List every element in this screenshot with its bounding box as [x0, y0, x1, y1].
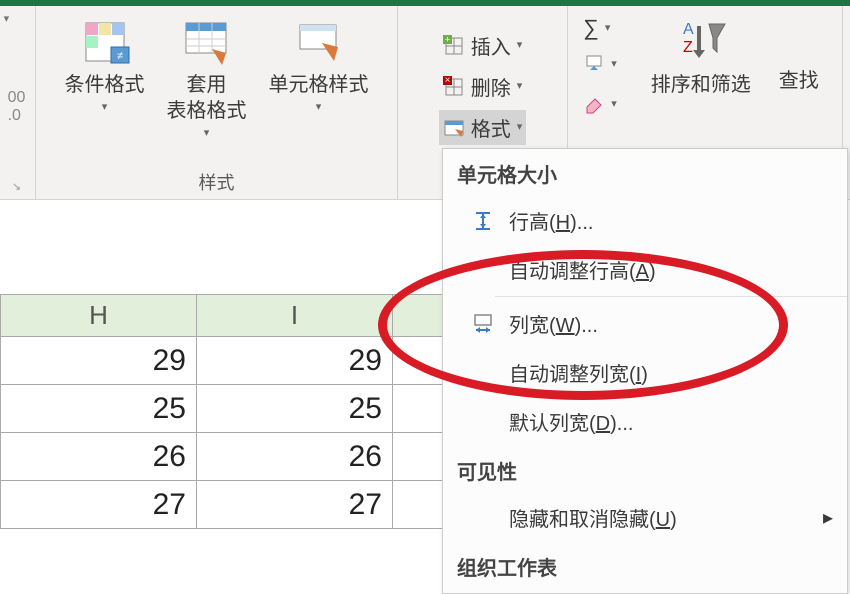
- format-cells-icon: [443, 117, 465, 139]
- col-width-icon: [471, 312, 495, 336]
- table-row[interactable]: 2626: [1, 433, 453, 481]
- fill-button[interactable]: ▾: [579, 50, 621, 78]
- format-as-table-button[interactable]: 套用 表格格式 ▾: [161, 12, 253, 143]
- menu-section-visibility: 可见性: [443, 446, 847, 493]
- svg-text:+: +: [445, 35, 450, 45]
- format-button[interactable]: 格式 ▾: [439, 110, 527, 145]
- conditional-format-label: 条件格式: [65, 72, 145, 98]
- autosum-button[interactable]: ∑ ▾: [579, 12, 621, 44]
- chevron-down-icon: ▾: [316, 100, 322, 113]
- svg-text:≠: ≠: [116, 50, 122, 62]
- column-header-h[interactable]: H: [1, 295, 197, 337]
- menu-section-size: 单元格大小: [443, 149, 847, 196]
- table-row[interactable]: 2525: [1, 385, 453, 433]
- delete-button[interactable]: × 删除 ▾: [439, 69, 527, 104]
- menu-section-organize: 组织工作表: [443, 542, 847, 589]
- submenu-arrow-icon: ▸: [823, 505, 833, 530]
- sigma-icon: ∑: [583, 15, 599, 41]
- chevron-down-icon: ▾: [204, 126, 210, 139]
- cell[interactable]: 26: [197, 433, 393, 481]
- cell[interactable]: 27: [197, 481, 393, 529]
- eraser-icon: [583, 93, 605, 115]
- cell-styles-label: 单元格样式: [269, 72, 369, 98]
- menu-autofit-col[interactable]: 自动调整列宽(I): [443, 348, 847, 397]
- conditional-format-button[interactable]: ≠ 条件格式 ▾: [59, 12, 151, 117]
- sort-filter-button[interactable]: AZ 排序和筛选: [645, 12, 757, 102]
- table-row[interactable]: 2727: [1, 481, 453, 529]
- cell[interactable]: 29: [1, 337, 197, 385]
- chevron-down-icon: ▾: [517, 38, 523, 51]
- delete-cells-icon: ×: [443, 76, 465, 98]
- chevron-down-icon: ▾: [517, 79, 523, 92]
- clear-button[interactable]: ▾: [579, 90, 621, 118]
- chevron-down-icon: ▾: [605, 21, 611, 34]
- column-header-i[interactable]: I: [197, 295, 393, 337]
- decimal-btn[interactable]: 00 .0: [4, 85, 30, 129]
- format-as-table-label: 套用 表格格式: [167, 72, 247, 124]
- cell-styles-button[interactable]: 单元格样式 ▾: [263, 12, 375, 117]
- chevron-down-icon: ▾: [611, 97, 617, 110]
- menu-default-width[interactable]: 默认列宽(D)...: [443, 397, 847, 446]
- decimal-lbl2: .0: [8, 107, 21, 124]
- cell[interactable]: 25: [197, 385, 393, 433]
- insert-cells-icon: +: [443, 35, 465, 57]
- format-as-table-icon: [181, 16, 233, 68]
- menu-autofit-row[interactable]: 自动调整行高(A): [443, 245, 847, 294]
- sort-filter-label: 排序和筛选: [651, 72, 751, 98]
- svg-text:Z: Z: [683, 39, 693, 56]
- conditional-format-icon: ≠: [79, 16, 131, 68]
- chevron-down-icon: ▾: [611, 57, 617, 70]
- delete-label: 删除: [471, 72, 511, 101]
- format-dropdown-menu: 单元格大小 行高(H)... 自动调整行高(A) 列宽(W)... 自动调整列宽…: [442, 148, 848, 594]
- find-button[interactable]: 查找: [767, 12, 831, 98]
- decimal-lbl: 00: [8, 89, 26, 106]
- cell[interactable]: 26: [1, 433, 197, 481]
- group-label-styles: 样式: [199, 169, 235, 195]
- sort-filter-icon: AZ: [675, 16, 727, 68]
- cell[interactable]: 25: [1, 385, 197, 433]
- menu-hide-unhide[interactable]: 隐藏和取消隐藏(U) ▸: [443, 493, 847, 542]
- cell-styles-icon: [293, 16, 345, 68]
- chevron-down-icon: ▾: [517, 120, 523, 133]
- insert-button[interactable]: + 插入 ▾: [439, 28, 527, 63]
- find-label: 查找: [779, 68, 819, 94]
- svg-text:A: A: [683, 21, 694, 38]
- menu-col-width[interactable]: 列宽(W)...: [443, 299, 847, 348]
- cell[interactable]: 27: [1, 481, 197, 529]
- format-label: 格式: [471, 113, 511, 142]
- svg-text:×: ×: [444, 76, 450, 86]
- table-row[interactable]: 2929: [1, 337, 453, 385]
- row-height-icon: [471, 209, 495, 233]
- chevron-down-icon: ▾: [102, 100, 108, 113]
- menu-row-height[interactable]: 行高(H)...: [443, 196, 847, 245]
- insert-label: 插入: [471, 31, 511, 60]
- cell[interactable]: 29: [197, 337, 393, 385]
- find-icon: [773, 16, 825, 64]
- fill-down-icon: [583, 53, 605, 75]
